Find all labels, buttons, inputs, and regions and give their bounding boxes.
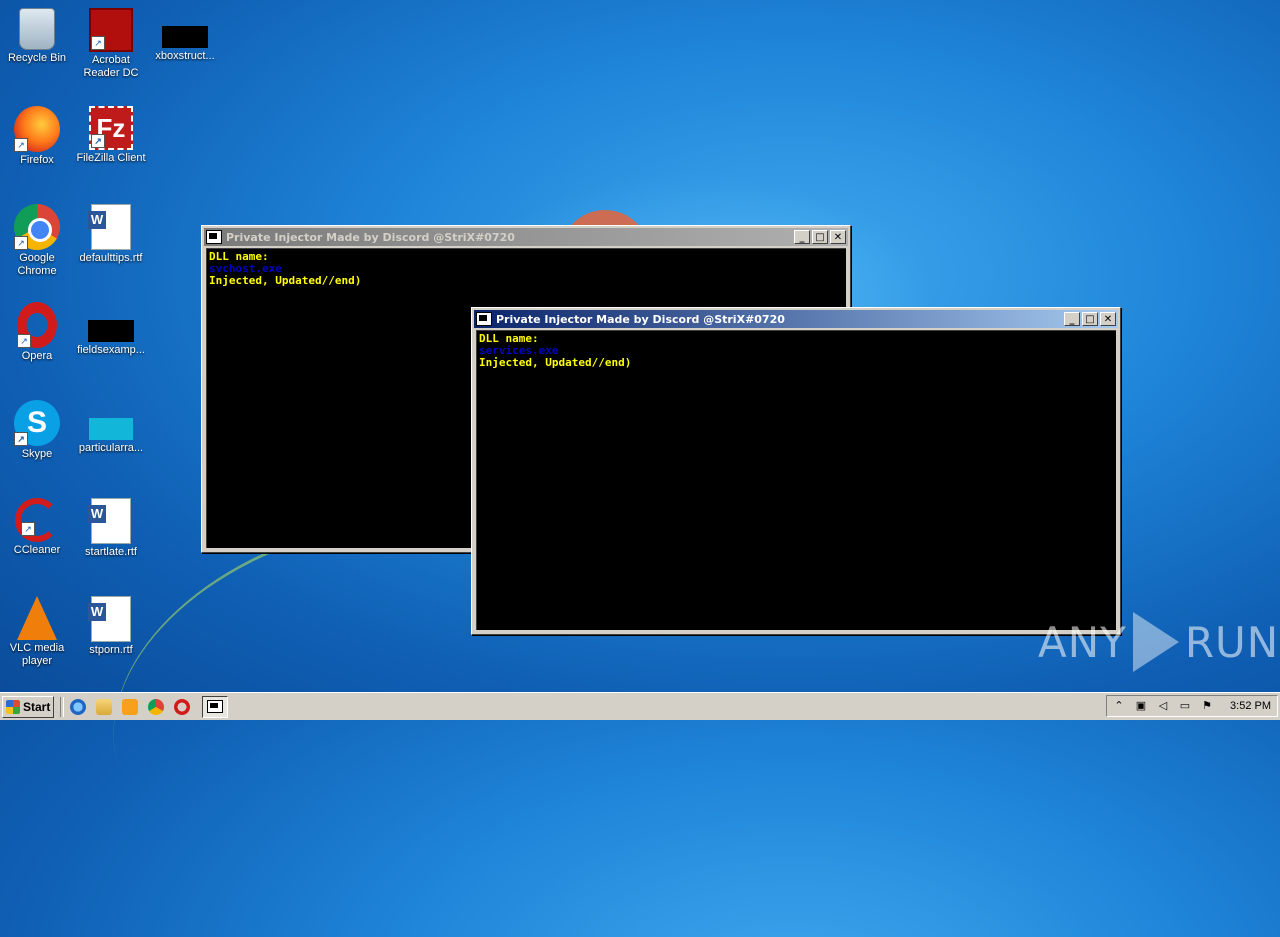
- desktop-icon-label: particularra...: [78, 442, 144, 454]
- desktop-icon-label: CCleaner: [13, 544, 61, 556]
- close-button[interactable]: ✕: [1100, 312, 1116, 326]
- firefox-icon: ↗: [14, 106, 60, 152]
- start-label: Start: [23, 699, 51, 714]
- desktop-icon-label: FileZilla Client: [76, 152, 146, 164]
- desktop-icon-chrome[interactable]: ↗ Google Chrome: [0, 204, 74, 278]
- folder-icon[interactable]: [96, 698, 112, 715]
- desktop-icon-label: stporn.rtf: [89, 644, 133, 656]
- word-doc-icon: W: [88, 204, 131, 250]
- watermark-text-right: RUN: [1184, 617, 1280, 667]
- desktop-icon-startlate[interactable]: W startlate.rtf: [74, 498, 148, 559]
- desktop-icon-label: xboxstruct...: [155, 50, 215, 62]
- desktop-icon-fieldsexamp[interactable]: fieldsexamp...: [74, 302, 148, 357]
- network-icon[interactable]: ▣: [1135, 700, 1147, 712]
- maximize-button[interactable]: □: [1082, 312, 1098, 326]
- desktop-icon-label: Acrobat Reader DC: [83, 54, 139, 79]
- windows-logo-icon: [6, 699, 20, 714]
- title-bar[interactable]: Private Injector Made by Discord @StriX#…: [474, 310, 1118, 328]
- vlc-icon: [17, 596, 57, 640]
- console-line: Injected, Updated//end): [209, 274, 362, 287]
- console-line: DLL name:: [479, 332, 539, 345]
- taskbar: Start ⌃ ▣ ◁ ▭ ⚑ 3:52 PM: [0, 692, 1280, 720]
- battery-icon[interactable]: ▭: [1179, 700, 1191, 712]
- desktop-icon-label: defaulttips.rtf: [79, 252, 143, 264]
- file-icon: [162, 26, 208, 48]
- flag-icon[interactable]: ⚑: [1201, 700, 1213, 712]
- desktop-icon-label: VLC media player: [9, 642, 65, 667]
- file-icon: [88, 320, 134, 342]
- volume-icon[interactable]: ◁: [1157, 700, 1169, 712]
- desktop-icon-ccleaner[interactable]: ↗ CCleaner: [0, 498, 74, 557]
- close-button[interactable]: ✕: [830, 230, 846, 244]
- desktop-icon-xboxstruct[interactable]: xboxstruct...: [148, 8, 222, 63]
- skype-icon: S ↗: [14, 400, 60, 446]
- console-app-icon[interactable]: [206, 230, 222, 244]
- desktop-icon-skype[interactable]: S ↗ Skype: [0, 400, 74, 461]
- title-bar[interactable]: Private Injector Made by Discord @StriX#…: [204, 228, 848, 246]
- desktop-icon-recycle-bin[interactable]: Recycle Bin: [0, 8, 74, 65]
- internet-explorer-icon[interactable]: [70, 698, 86, 715]
- desktop-icon-label: Firefox: [20, 154, 54, 166]
- desktop-icon-stporn[interactable]: W stporn.rtf: [74, 596, 148, 657]
- clock[interactable]: 3:52 PM: [1230, 700, 1271, 712]
- minimize-button[interactable]: _: [1064, 312, 1080, 326]
- taskbar-console-button[interactable]: [202, 695, 228, 718]
- quick-launch: [70, 698, 190, 715]
- window-title: Private Injector Made by Discord @StriX#…: [496, 312, 785, 326]
- console-app-icon[interactable]: [476, 312, 492, 326]
- desktop-icon-label: fieldsexamp...: [77, 344, 145, 356]
- taskbar-separator: [60, 696, 64, 717]
- desktop-icon-label: Opera: [21, 350, 53, 362]
- anyrun-watermark: ANY RUN: [1038, 612, 1279, 672]
- watermark-text-left: ANY: [1038, 617, 1127, 667]
- media-player-icon[interactable]: [122, 698, 138, 715]
- opera-icon: ↗: [17, 302, 57, 348]
- chevron-up-icon[interactable]: ⌃: [1113, 700, 1125, 712]
- chrome-icon: ↗: [14, 204, 60, 250]
- window-title: Private Injector Made by Discord @StriX#…: [226, 230, 515, 244]
- desktop-icon-defaulttips[interactable]: W defaulttips.rtf: [74, 204, 148, 265]
- console-line: Injected, Updated//end): [479, 356, 632, 369]
- play-icon: [1132, 612, 1179, 672]
- acrobat-icon: ↗: [89, 8, 133, 52]
- recycle-bin-icon: [19, 8, 55, 50]
- start-button[interactable]: Start: [2, 695, 54, 718]
- system-tray: ⌃ ▣ ◁ ▭ ⚑ 3:52 PM: [1106, 695, 1278, 717]
- desktop-icon-opera[interactable]: ↗ Opera: [0, 302, 74, 363]
- desktop-icon-particularra[interactable]: particularra...: [74, 400, 148, 455]
- minimize-button[interactable]: _: [794, 230, 810, 244]
- desktop-icon-label: startlate.rtf: [85, 546, 137, 558]
- console-app-icon: [207, 700, 223, 713]
- opera-icon[interactable]: [174, 698, 190, 715]
- word-doc-icon: W: [88, 596, 131, 642]
- desktop-icon-acrobat[interactable]: ↗ Acrobat Reader DC: [74, 8, 148, 80]
- chrome-icon[interactable]: [148, 698, 164, 715]
- desktop-icon-filezilla[interactable]: Fz ↗ FileZilla Client: [74, 106, 148, 165]
- file-icon: [89, 418, 133, 440]
- console-output[interactable]: DLL name: services.exe Injected, Updated…: [476, 330, 1116, 630]
- desktop-icon-vlc[interactable]: VLC media player: [0, 596, 74, 668]
- desktop-icon-label: Recycle Bin: [7, 52, 67, 64]
- ccleaner-icon: ↗: [15, 498, 59, 542]
- desktop-icon-firefox[interactable]: ↗ Firefox: [0, 106, 74, 167]
- word-doc-icon: W: [88, 498, 131, 544]
- console-line: DLL name:: [209, 250, 269, 263]
- filezilla-icon: Fz ↗: [89, 106, 133, 150]
- desktop-icon-label: Google Chrome: [17, 252, 57, 277]
- maximize-button[interactable]: □: [812, 230, 828, 244]
- console-window-front[interactable]: Private Injector Made by Discord @StriX#…: [471, 307, 1121, 635]
- desktop-icon-label: Skype: [21, 448, 53, 460]
